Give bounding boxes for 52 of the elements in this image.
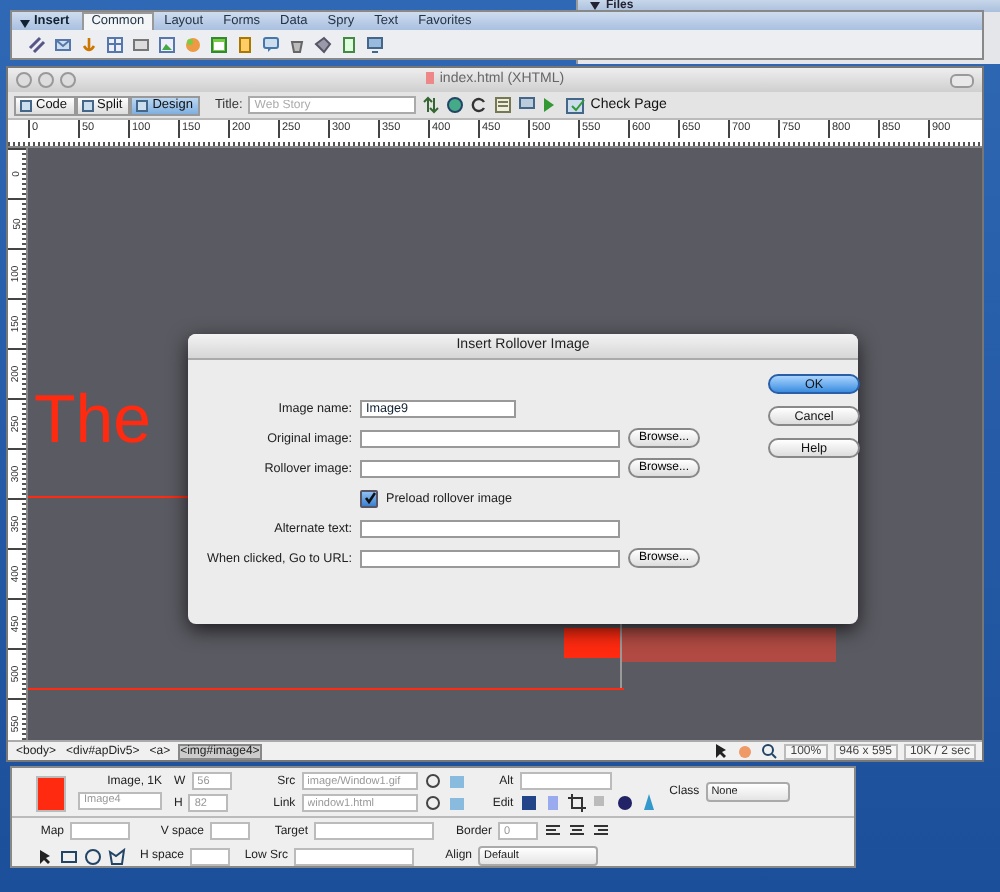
input-field[interactable] (360, 549, 620, 567)
table-icon[interactable] (106, 35, 124, 53)
image-icon[interactable] (158, 35, 176, 53)
page-icon (136, 99, 149, 111)
polygon-icon[interactable] (108, 847, 126, 865)
alt-field[interactable] (519, 772, 612, 790)
page-icon (20, 99, 32, 111)
tag-icon[interactable] (314, 35, 332, 53)
calendar-icon[interactable] (210, 35, 228, 53)
envelope-icon[interactable] (54, 35, 72, 53)
align-center-icon[interactable] (568, 822, 586, 840)
arrows-icon[interactable] (422, 96, 441, 114)
template-icon[interactable] (340, 35, 358, 53)
anchor-icon[interactable] (80, 35, 98, 53)
hspace-field[interactable] (190, 847, 230, 865)
image-block (564, 628, 620, 658)
minimize-button[interactable] (38, 72, 54, 88)
image-thumbnail (36, 776, 66, 812)
zoom-icon[interactable] (760, 742, 779, 760)
input-field[interactable] (360, 459, 620, 477)
monitor-icon[interactable] (518, 96, 537, 114)
rectangle-icon[interactable] (60, 847, 78, 865)
collapse-triangle-icon[interactable] (20, 17, 30, 27)
document-icon (425, 72, 436, 85)
close-button[interactable] (16, 72, 32, 88)
checkbox[interactable] (360, 489, 378, 507)
align-left-icon[interactable] (544, 822, 562, 840)
pointer-icon[interactable] (712, 742, 731, 760)
bucket-icon[interactable] (288, 35, 306, 53)
layer-icon[interactable] (132, 35, 150, 53)
link-icon[interactable] (28, 35, 46, 53)
monitor-icon[interactable] (366, 35, 384, 53)
comment-icon[interactable] (262, 35, 280, 53)
input-field[interactable] (360, 429, 620, 447)
low-src-field[interactable] (294, 847, 414, 865)
pointer-icon[interactable] (36, 847, 54, 865)
document-icon[interactable] (236, 35, 254, 53)
zoom-button[interactable] (60, 72, 76, 88)
align-right-icon[interactable] (592, 822, 610, 840)
page-heading: The (34, 384, 152, 456)
collapse-triangle-icon[interactable] (590, 0, 600, 12)
refresh-icon[interactable] (470, 96, 489, 114)
target-field[interactable] (314, 822, 434, 840)
circle-icon[interactable] (84, 847, 102, 865)
vspace-field[interactable] (210, 822, 250, 840)
crop-icon[interactable] (567, 794, 586, 812)
checkmark-icon (566, 97, 587, 113)
input-field[interactable] (360, 519, 620, 537)
list-icon[interactable] (494, 96, 513, 114)
page-icon (81, 99, 94, 111)
map-field[interactable] (70, 822, 130, 840)
toolbar-toggle-button[interactable] (950, 74, 974, 88)
